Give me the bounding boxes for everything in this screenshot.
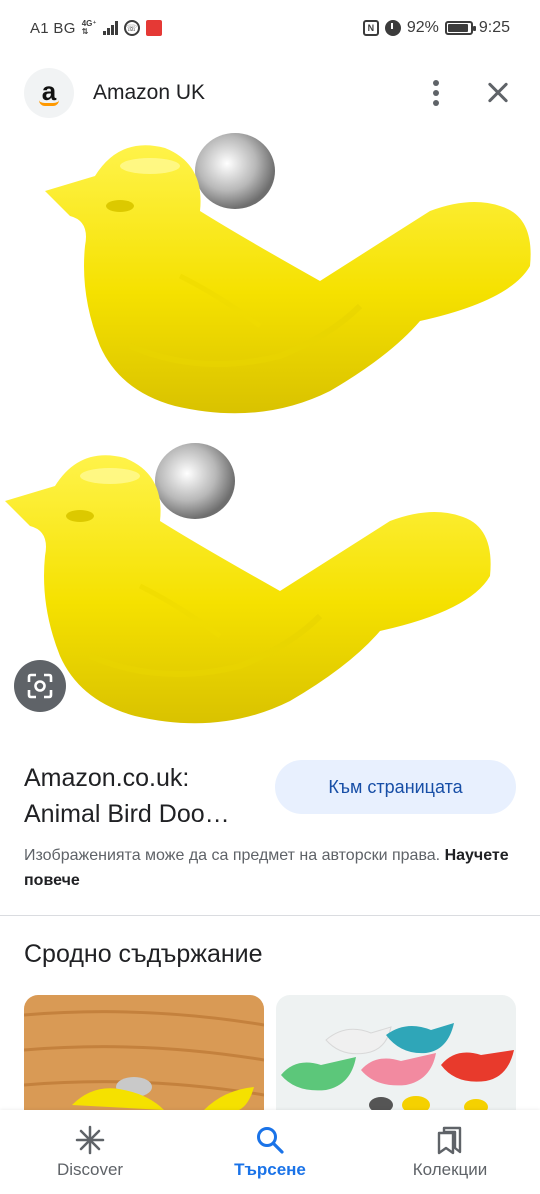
bird-top	[45, 133, 531, 414]
dot-icon	[433, 100, 439, 106]
related-image-wood-bird	[24, 995, 264, 1110]
visit-page-button[interactable]: Към страницата	[275, 760, 516, 814]
lens-icon	[27, 673, 53, 699]
status-right: N 92% 9:25	[362, 19, 510, 37]
yellow-bird-knobs-image	[5, 133, 531, 724]
bird-bottom	[5, 443, 491, 724]
nav-discover-label: Discover	[56, 1160, 124, 1179]
dot-icon	[433, 90, 439, 96]
copyright-notice: Изображенията може да са предмет на авто…	[24, 843, 524, 893]
close-button[interactable]	[480, 75, 516, 111]
dot-icon	[433, 80, 439, 86]
nav-collections-label: Колекции	[412, 1160, 488, 1179]
notification-icon	[145, 20, 162, 36]
nfc-icon: N	[362, 20, 379, 36]
logo-letter: a	[41, 76, 57, 106]
alarm-icon	[384, 20, 401, 36]
battery-percent: 92%	[406, 19, 439, 36]
related-card[interactable]	[276, 995, 516, 1110]
clock: 9:25	[478, 19, 510, 36]
result-image[interactable]	[0, 126, 540, 736]
status-left: A1 BG 4G⁺ ⇅ ☏	[30, 20, 162, 37]
copyright-text: Изображенията може да са предмет на авто…	[24, 847, 441, 864]
viber-icon: ☏	[123, 20, 140, 36]
result-title[interactable]: Amazon.co.uk: Animal Bird Doo…	[24, 760, 264, 832]
lens-button[interactable]	[14, 660, 66, 712]
battery-icon	[444, 21, 476, 35]
logo-smile-icon	[39, 100, 59, 106]
nav-search[interactable]: Търсене	[200, 1124, 340, 1180]
collections-icon	[437, 1126, 462, 1155]
status-bar: A1 BG 4G⁺ ⇅ ☏ N 92% 9:25	[0, 0, 540, 56]
related-image-colored-birds	[276, 995, 516, 1110]
signal-icon	[102, 21, 118, 35]
site-logo[interactable]: a	[24, 68, 74, 118]
carrier-label: A1 BG	[30, 19, 76, 37]
more-options-button[interactable]	[418, 73, 454, 113]
related-card[interactable]	[24, 995, 264, 1110]
asterisk-icon	[75, 1125, 105, 1155]
site-name[interactable]: Amazon UK	[93, 81, 418, 105]
screen: A1 BG 4G⁺ ⇅ ☏ N 92% 9:25 a Amazon UK Ama…	[0, 0, 540, 1194]
nav-search-label: Търсене	[234, 1160, 306, 1179]
search-icon	[257, 1127, 284, 1154]
nav-discover[interactable]: Discover	[20, 1124, 160, 1180]
network-type: 4G⁺ ⇅	[82, 20, 97, 36]
related-content-title: Сродно съдържание	[24, 940, 263, 968]
nav-collections[interactable]: Колекции	[380, 1124, 520, 1180]
divider	[0, 915, 540, 916]
source-header: a Amazon UK	[0, 62, 540, 124]
bottom-navigation: Discover Търсене Колекции	[0, 1110, 540, 1194]
network-bottom: ⇅	[81, 27, 89, 36]
